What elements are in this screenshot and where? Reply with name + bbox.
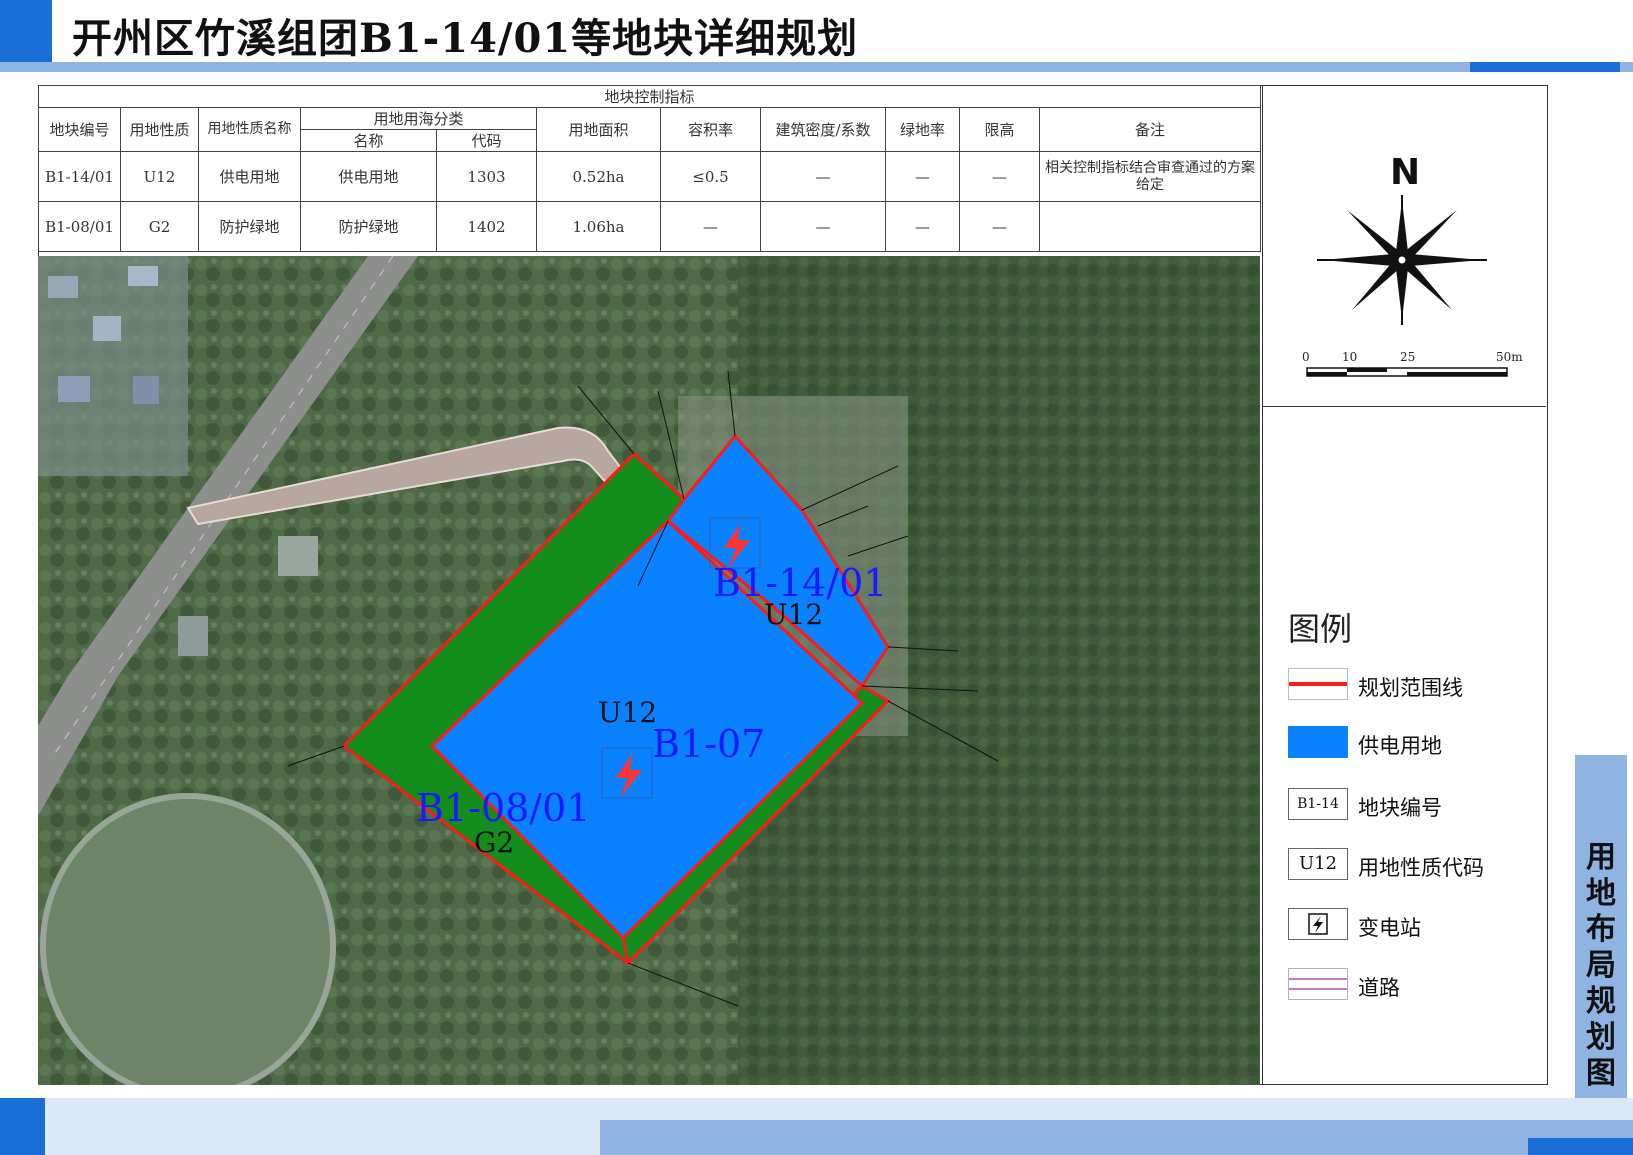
building <box>128 266 158 286</box>
cell-remarks: 相关控制指标结合审查通过的方案给定 <box>1038 151 1262 202</box>
cell-parcel-code: B1-08/01 <box>38 201 121 252</box>
map-view[interactable]: B1-14/01 U12 B1-07 U12 B1-08/01 G2 <box>38 256 1260 1085</box>
cell-area: 1.06ha <box>536 201 661 252</box>
subheader-name: 名称 <box>300 129 437 152</box>
page-title: 开州区竹溪组团B1-14/01等地块详细规划 <box>72 15 859 62</box>
compass-rose-icon <box>1317 195 1487 325</box>
land-type-box: U12 <box>1288 848 1348 880</box>
scale-tick-label: 10 <box>1342 350 1358 364</box>
cell-area: 0.52ha <box>536 151 661 202</box>
scale-tick-label: 0 <box>1302 350 1310 364</box>
scale-bar <box>1306 367 1508 377</box>
cell-density: — <box>760 201 886 252</box>
pond <box>40 793 336 1085</box>
legend-title: 图例 <box>1288 610 1353 648</box>
building <box>48 276 78 298</box>
substation-icon <box>1288 908 1348 940</box>
footer-accent-right <box>1528 1138 1633 1155</box>
cell-height-limit: — <box>959 151 1040 202</box>
header-remarks: 备注 <box>1038 107 1262 152</box>
building <box>58 376 90 402</box>
control-index-table: 地块控制指标 地块编号 用地性质 用地性质名称 用地用海分类 用地面积 容积率 … <box>37 85 1262 252</box>
legend-label: 地块编号 <box>1358 796 1442 820</box>
footer-accent-left <box>0 1098 45 1155</box>
header-land-type-name: 用地性质名称 <box>198 107 301 152</box>
side-tab-title: 用地布局规划图 <box>1586 840 1616 1091</box>
legend-label: 道路 <box>1358 976 1400 1000</box>
cell-land-type: U12 <box>120 151 199 202</box>
building <box>133 376 159 404</box>
cell-green-ratio: — <box>885 151 960 202</box>
header-area: 用地面积 <box>536 107 661 152</box>
cell-height-limit: — <box>959 201 1040 252</box>
parcel-type-label: U12 <box>598 696 658 729</box>
header-parcel-code: 地块编号 <box>38 107 121 152</box>
table-group-header: 地块控制指标 <box>37 85 1262 108</box>
legend-label: 规划范围线 <box>1358 676 1463 700</box>
cell-class-code: 1303 <box>436 151 537 202</box>
header-land-sea-class: 用地用海分类 <box>300 107 537 130</box>
legend-label: 供电用地 <box>1358 734 1442 758</box>
header-far: 容积率 <box>660 107 761 152</box>
building <box>278 536 318 576</box>
header-underline-accent <box>1470 62 1620 72</box>
parcel-type-label: G2 <box>474 826 515 859</box>
cell-land-type: G2 <box>120 201 199 252</box>
parcel-code-label: B1-08/01 <box>416 786 591 830</box>
panel-divider <box>1262 406 1546 407</box>
building <box>93 316 121 341</box>
building <box>178 616 208 656</box>
legend-label: 用地性质代码 <box>1358 856 1484 880</box>
cell-far: — <box>660 201 761 252</box>
boundary-line-icon <box>1288 668 1348 700</box>
header-density: 建筑密度/系数 <box>760 107 886 152</box>
table-row: B1-14/01 U12 供电用地 供电用地 1303 0.52ha ≤0.5 … <box>38 151 1262 202</box>
header-height-limit: 限高 <box>959 107 1040 152</box>
scale-tick-label: 25 <box>1400 350 1416 364</box>
cell-green-ratio: — <box>885 201 960 252</box>
cell-far: ≤0.5 <box>660 151 761 202</box>
header-green-ratio: 绿地率 <box>885 107 960 152</box>
north-label: N <box>1390 152 1421 193</box>
legend-label: 变电站 <box>1358 916 1421 940</box>
cell-parcel-code: B1-14/01 <box>38 151 121 202</box>
cell-density: — <box>760 151 886 202</box>
cell-land-type-name: 供电用地 <box>198 151 301 202</box>
header-underline-bar <box>0 62 1633 72</box>
table-row: B1-08/01 G2 防护绿地 防护绿地 1402 1.06ha — — — … <box>38 201 1262 252</box>
cell-class-name: 防护绿地 <box>300 201 437 252</box>
parcel-type-label: U12 <box>764 598 824 631</box>
parcel-code-label: B1-07 <box>652 722 766 766</box>
power-land-swatch <box>1288 726 1348 758</box>
cell-remarks <box>1038 201 1262 252</box>
subheader-code: 代码 <box>436 129 537 152</box>
footer-band <box>600 1120 1633 1155</box>
cell-class-name: 供电用地 <box>300 151 437 202</box>
map-canvas <box>38 256 1260 1085</box>
cell-class-code: 1402 <box>436 201 537 252</box>
parcel-code-box: B1-14 <box>1288 788 1348 820</box>
scale-tick-label: 50m <box>1496 350 1523 364</box>
cell-land-type-name: 防护绿地 <box>198 201 301 252</box>
road-icon <box>1288 968 1348 1000</box>
header-land-type: 用地性质 <box>120 107 199 152</box>
